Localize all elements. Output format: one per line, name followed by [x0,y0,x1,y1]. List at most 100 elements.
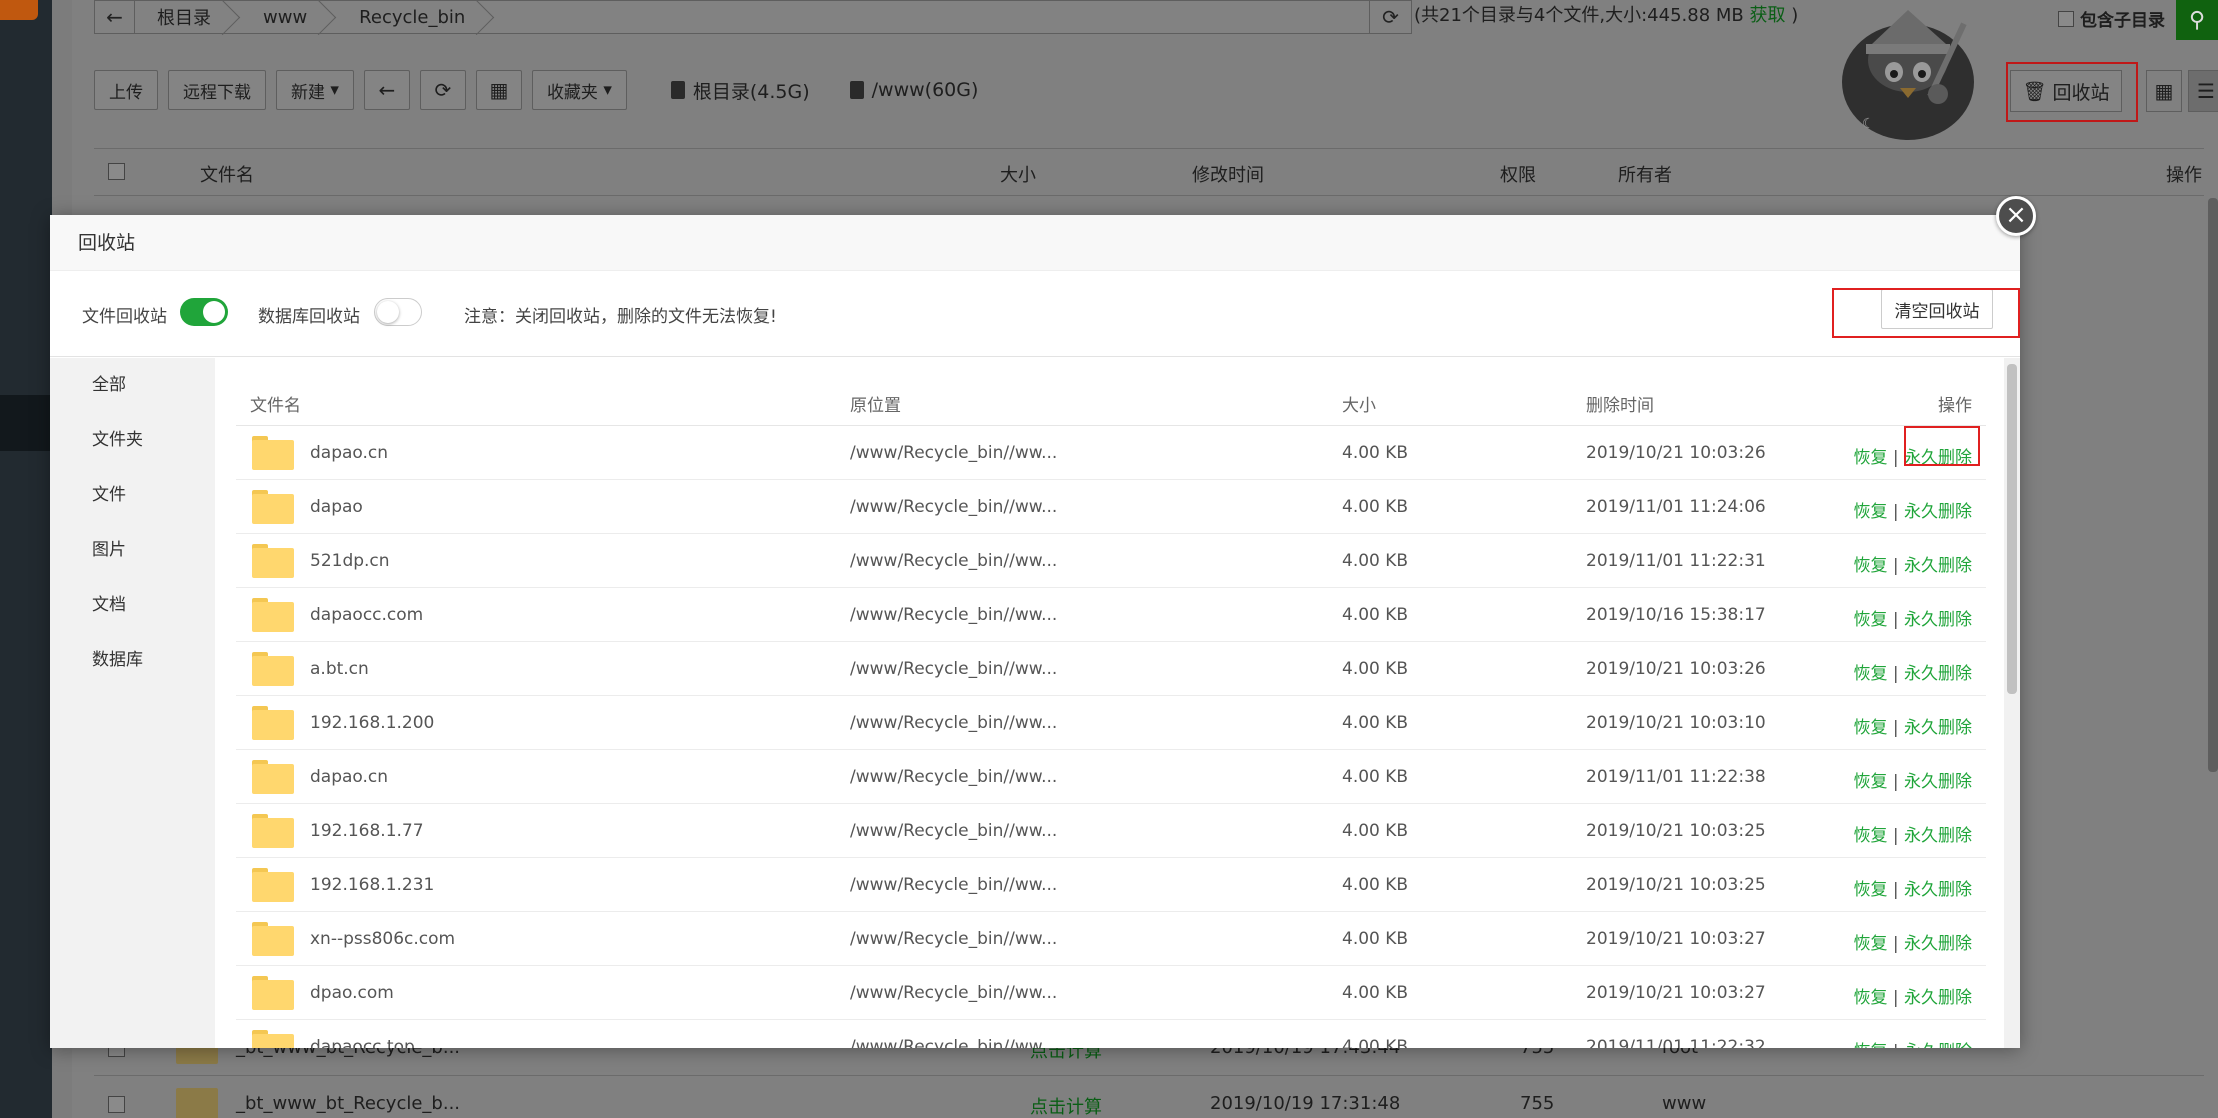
restore-link[interactable]: 恢复 [1853,502,1887,522]
restore-link[interactable]: 恢复 [1853,772,1887,792]
search-icon[interactable]: ⚲ [2176,0,2218,40]
file-name[interactable]: 521dp.cn [310,551,390,571]
file-name[interactable]: a.bt.cn [310,659,369,679]
file-size: 4.00 KB [1342,1037,1409,1048]
row-name[interactable]: _bt_www_bt_Recycle_b... [236,1093,460,1114]
file-name[interactable]: dpao.com [310,983,394,1003]
file-recycle-toggle[interactable] [180,298,228,326]
permanent-delete-link[interactable]: 永久删除 [1904,934,1972,954]
row-actions: 恢复 | 永久删除 [1853,713,1972,738]
filter-folders[interactable]: 文件夹 [50,413,215,468]
permanent-delete-link[interactable]: 永久删除 [1904,988,1972,1008]
grid-view-icon[interactable]: ▦ [2146,70,2182,112]
filter-images[interactable]: 图片 [50,523,215,578]
file-name[interactable]: dapao.cn [310,767,388,787]
recycle-rows: dapao.cn/www/Recycle_bin//ww... 4.00 KB 20… [236,426,1986,1048]
col-deleted: 删除时间 [1586,396,1654,416]
toggle-knob [377,301,399,323]
table-row[interactable]: dapao.cn/www/Recycle_bin//ww... 4.00 KB 20… [236,426,1986,480]
file-name[interactable]: 192.168.1.200 [310,713,434,733]
scrollbar-thumb[interactable] [2007,364,2017,694]
file-name[interactable]: dapao.cn [310,443,388,463]
table-row[interactable]: a.bt.cn/www/Recycle_bin//ww... 4.00 KB 201… [236,642,1986,696]
row-size-calc[interactable]: 点击计算 [1030,1093,1102,1118]
filter-databases[interactable]: 数据库 [50,633,215,688]
refresh-icon[interactable]: ⟳ [1369,1,1411,33]
file-name[interactable]: 192.168.1.77 [310,821,424,841]
table-row[interactable]: 192.168.1.77/www/Recycle_bin//ww... 4.00 … [236,804,1986,858]
permanent-delete-link[interactable]: 永久删除 [1904,664,1972,684]
permanent-delete-link[interactable]: 永久删除 [1904,880,1972,900]
table-row[interactable]: 192.168.1.200/www/Recycle_bin//ww... 4.00… [236,696,1986,750]
disk-www[interactable]: /www(60G) [849,79,978,101]
file-name[interactable]: dapaocc.com [310,605,423,625]
restore-link[interactable]: 恢复 [1853,880,1887,900]
permanent-delete-link[interactable]: 永久删除 [1904,826,1972,846]
permanent-delete-link[interactable]: 永久删除 [1904,556,1972,576]
new-button[interactable]: 新建 ▾ [276,70,354,110]
include-subdir-checkbox[interactable] [2058,10,2074,27]
file-name[interactable]: 192.168.1.231 [310,875,434,895]
restore-link[interactable]: 恢复 [1853,610,1887,630]
folder-icon [252,598,294,632]
table-row[interactable]: dpao.com/www/Recycle_bin//ww... 4.00 KB 20… [236,966,1986,1020]
back-arrow-icon[interactable]: ← [95,1,135,33]
deleted-time: 2019/10/21 10:03:26 [1586,443,1766,463]
back-icon[interactable]: ← [363,70,410,110]
col-size[interactable]: 大小 [1000,161,1036,187]
breadcrumb-recycle-bin[interactable]: Recycle_bin [337,1,495,33]
dir-info-get-link[interactable]: 获取 [1749,5,1785,26]
table-row[interactable]: dapaocc.top/www/Recycle_bin//ww... 4.00 K… [236,1020,1986,1048]
table-row[interactable]: 192.168.1.231/www/Recycle_bin//ww... 4.00… [236,858,1986,912]
restore-link[interactable]: 恢复 [1853,664,1887,684]
restore-link[interactable]: 恢复 [1853,1042,1887,1048]
restore-link[interactable]: 恢复 [1853,826,1887,846]
table-row[interactable]: dapao.cn/www/Recycle_bin//ww... 4.00 KB 20… [236,750,1986,804]
permanent-delete-link[interactable]: 永久删除 [1904,772,1972,792]
filter-all[interactable]: 全部 [50,358,215,413]
restore-link[interactable]: 恢复 [1853,988,1887,1008]
remote-download-button[interactable]: 远程下载 [168,70,266,110]
original-location: /www/Recycle_bin//ww... [850,443,1058,463]
nav-item-active[interactable] [0,395,52,451]
breadcrumb-root[interactable]: 根目录 [135,1,241,33]
permanent-delete-link[interactable]: 永久删除 [1904,610,1972,630]
dialog-scrollbar[interactable] [2004,358,2020,1048]
restore-link[interactable]: 恢复 [1853,556,1887,576]
upload-button[interactable]: 上传 [94,70,158,110]
permanent-delete-link[interactable]: 永久删除 [1904,718,1972,738]
recycle-bin-dialog: 回收站 文件回收站 数据库回收站 注意：关闭回收站，删除的文件无法恢复! 清空回… [50,215,2020,1048]
table-row[interactable]: dapaocc.com/www/Recycle_bin//ww... 4.00 K… [236,588,1986,642]
col-mtime[interactable]: 修改时间 [1192,161,1264,187]
favorites-button[interactable]: 收藏夹 ▾ [531,70,627,110]
breadcrumb-www[interactable]: www [241,1,337,33]
list-view-icon[interactable]: ☰ [2188,70,2218,112]
disk-root[interactable]: 根目录(4.5G) [670,77,810,104]
original-location: /www/Recycle_bin//ww... [850,659,1058,679]
table-row[interactable]: 521dp.cn/www/Recycle_bin//ww... 4.00 KB 20… [236,534,1986,588]
file-name[interactable]: dapaocc.top [310,1037,415,1048]
file-name[interactable]: xn--pss806c.com [310,929,455,949]
restore-link[interactable]: 恢复 [1853,934,1887,954]
terminal-icon[interactable]: ▦ [475,70,522,110]
original-location: /www/Recycle_bin//ww... [850,821,1058,841]
permanent-delete-link[interactable]: 永久删除 [1904,502,1972,522]
refresh-button-icon[interactable]: ⟳ [419,70,466,110]
col-name[interactable]: 文件名 [200,161,254,187]
filter-documents[interactable]: 文档 [50,578,215,633]
select-all-checkbox[interactable] [108,163,125,180]
file-size: 4.00 KB [1342,821,1409,841]
restore-link[interactable]: 恢复 [1853,448,1887,468]
restore-link[interactable]: 恢复 [1853,718,1887,738]
filter-files[interactable]: 文件 [50,468,215,523]
file-name[interactable]: dapao [310,497,363,517]
close-icon[interactable]: × [1996,196,2036,236]
permanent-delete-link[interactable]: 永久删除 [1904,1042,1972,1048]
table-row[interactable]: xn--pss806c.com/www/Recycle_bin//ww... 4.… [236,912,1986,966]
row-checkbox[interactable] [108,1096,125,1113]
db-recycle-toggle[interactable] [374,298,422,326]
table-row[interactable]: _bt_www_bt_Recycle_b... 点击计算 2019/10/19 … [94,1076,2204,1118]
include-subdir[interactable]: 包含子目录 [2058,6,2165,31]
page-scrollbar[interactable] [2208,198,2218,772]
table-row[interactable]: dapao/www/Recycle_bin//ww... 4.00 KB 2019/… [236,480,1986,534]
